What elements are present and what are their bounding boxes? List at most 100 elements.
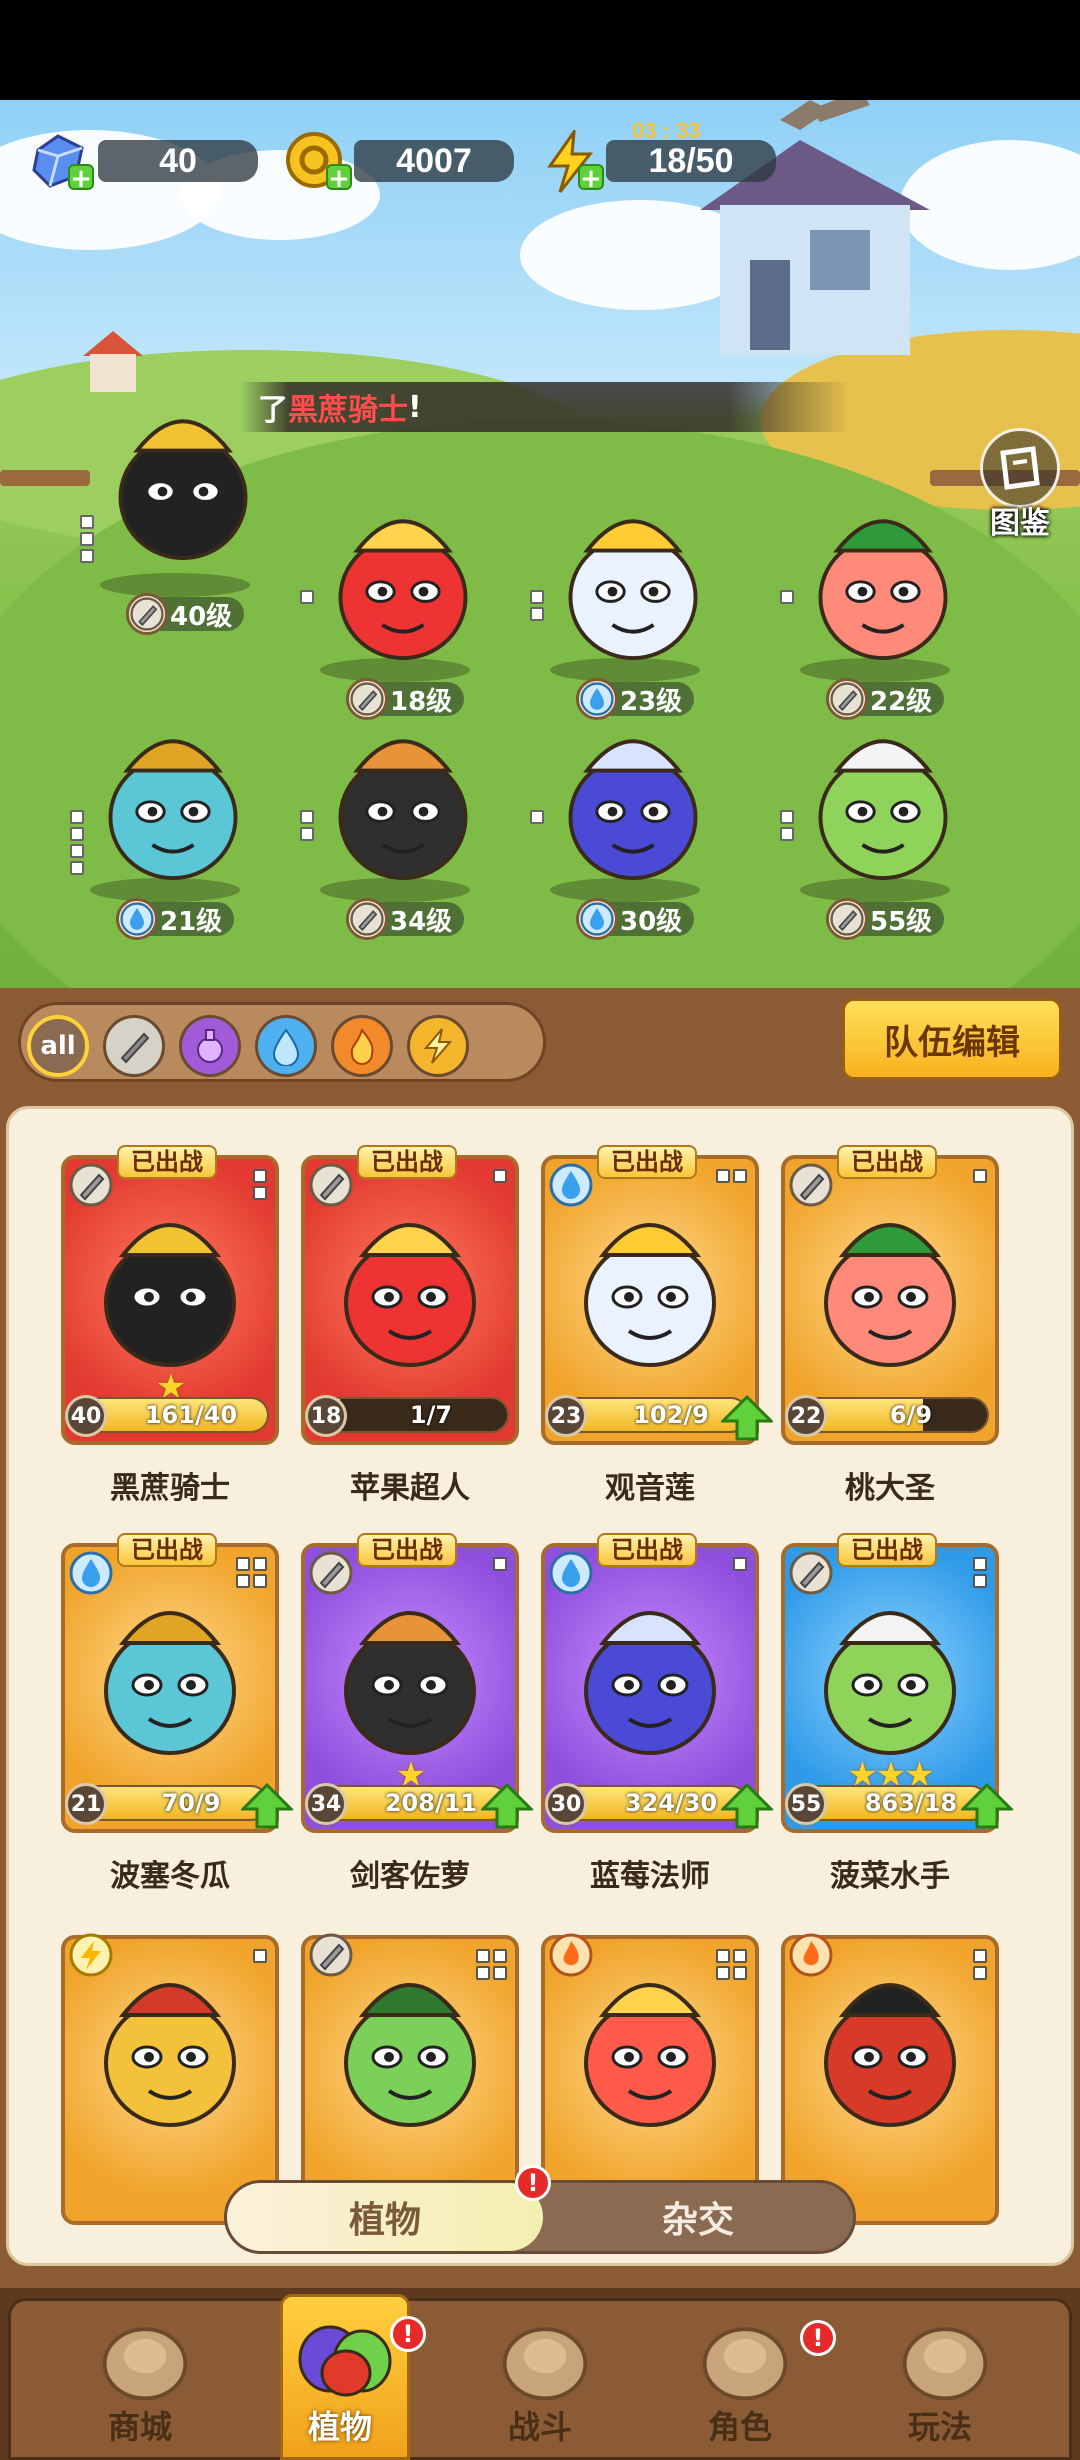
plant-card-list: 已出战 ★ 161/40 40 黑蔗骑士 已出战 1/7 18 苹果超人 已出战… [6, 1106, 1074, 2266]
plant-card[interactable]: 已出战 ★★★ 863/18 55 菠菜水手 [781, 1533, 1013, 1894]
fire-element-icon [789, 1933, 833, 1977]
nav-alert-badge: ! [390, 2316, 426, 2352]
upgrade-arrow-icon[interactable] [721, 1783, 773, 1829]
lightning-element-icon [69, 1933, 113, 1977]
character-level: 40级 [170, 601, 233, 632]
formation-icon [733, 1557, 747, 1571]
team-edit-button[interactable]: 队伍编辑 [842, 998, 1062, 1080]
codex-button[interactable]: 图鉴 [972, 428, 1068, 541]
plant-card[interactable]: 已出战 ★ 161/40 40 黑蔗骑士 [61, 1145, 279, 1506]
sword-element-icon [309, 1551, 353, 1595]
formation-icon [300, 590, 322, 607]
character-art [88, 700, 258, 894]
water-element-icon [576, 898, 618, 940]
plant-hybrid-toggle: 植物 杂交 ! [224, 2165, 856, 2254]
formation-icon [253, 1169, 267, 1200]
filter-water-button[interactable] [255, 1015, 317, 1077]
character-level: 55级 [870, 906, 933, 937]
filter-all-label: all [40, 1031, 76, 1061]
scene-character[interactable]: 30级 [530, 700, 730, 940]
character-level: 30级 [620, 906, 683, 937]
lightning-icon [423, 1028, 453, 1064]
plant-art [803, 1573, 977, 1763]
sword-element-icon [309, 1933, 353, 1977]
formation-icon [80, 515, 102, 566]
scene-character[interactable]: 22级 [780, 480, 980, 720]
scene-character[interactable]: 55级 [780, 700, 980, 940]
plant-card[interactable]: 已出战 324/30 30 蓝莓法师 [541, 1533, 773, 1894]
water-element-icon [69, 1551, 113, 1595]
character-art [798, 700, 968, 894]
scene-character[interactable]: 21级 [70, 700, 270, 940]
plant-level: 30 [545, 1783, 587, 1825]
plant-art [803, 1185, 977, 1375]
gameplay-icon [902, 2327, 988, 2401]
plant-card[interactable] [61, 1925, 279, 2225]
plant-card[interactable]: 已出战 ★ 208/11 34 剑客佐萝 [301, 1533, 533, 1894]
shop-icon [102, 2327, 188, 2401]
plant-card[interactable]: 已出战 102/9 23 观音莲 [541, 1145, 773, 1506]
plant-level: 23 [545, 1395, 587, 1437]
plant-name: 蓝莓法师 [590, 1859, 710, 1894]
formation-icon [716, 1949, 747, 1980]
coins-value: 4007 [354, 140, 514, 182]
upgrade-arrow-icon[interactable] [961, 1783, 1013, 1829]
add-gems-icon[interactable]: + [68, 164, 94, 192]
scene-character[interactable]: 34级 [300, 700, 500, 940]
nav-item[interactable]: 植物 ! [240, 2288, 440, 2460]
plant-card[interactable]: 已出战 1/7 18 苹果超人 [301, 1145, 519, 1506]
formation-icon [476, 1949, 507, 1980]
add-energy-icon[interactable]: + [578, 164, 604, 192]
upgrade-arrow-icon[interactable] [721, 1395, 773, 1441]
scene-character[interactable]: 40级 [80, 365, 280, 635]
sword-element-icon [346, 898, 388, 940]
formation-icon [236, 1557, 267, 1588]
upgrade-arrow-icon[interactable] [481, 1783, 533, 1829]
tab-plants[interactable]: 植物 [227, 2183, 543, 2251]
filter-all-button[interactable]: all [27, 1015, 89, 1077]
deployed-badge: 已出战 [357, 1533, 457, 1567]
nav-item[interactable]: 战斗 [440, 2288, 640, 2460]
plant-name: 剑客佐萝 [350, 1859, 470, 1894]
add-coins-icon[interactable]: + [326, 164, 352, 192]
status-bar [0, 0, 1080, 100]
scene-character[interactable]: 23级 [530, 480, 730, 720]
formation-icon [716, 1169, 747, 1183]
nav-alert-badge: ! [800, 2320, 836, 2356]
announcement-banner: 了 黑蔗骑士 ! [240, 382, 850, 432]
garden-scene: + 40 + 4007 + 18/50 03 : 33 了 黑蔗骑士 ! 图鉴 [0, 100, 1080, 988]
character-art [98, 365, 268, 589]
nav-label: 玩法 [907, 2408, 972, 2446]
upgrade-arrow-icon[interactable] [241, 1783, 293, 1829]
potion-icon [197, 1029, 223, 1063]
nav-label: 角色 [707, 2408, 772, 2446]
plant-level: 22 [785, 1395, 827, 1437]
gems-counter[interactable]: + 40 [28, 130, 268, 192]
plant-card[interactable]: 已出战 6/9 22 桃大圣 [781, 1145, 999, 1506]
filter-potion-button[interactable] [179, 1015, 241, 1077]
formation-icon [973, 1169, 987, 1183]
plants-icon [298, 2325, 392, 2397]
character-art [318, 480, 488, 674]
plant-name: 菠菜水手 [830, 1859, 950, 1894]
tab-hybrid[interactable]: 杂交 [543, 2183, 853, 2251]
plant-level: 55 [785, 1783, 827, 1825]
plant-art [323, 1185, 497, 1375]
plant-name: 黑蔗骑士 [110, 1471, 230, 1506]
deployed-badge: 已出战 [117, 1145, 217, 1179]
sword-icon [120, 1032, 150, 1064]
plant-level: 40 [65, 1395, 107, 1437]
character-art [548, 700, 718, 894]
plant-name: 观音莲 [605, 1471, 695, 1506]
coins-counter[interactable]: + 4007 [282, 130, 522, 192]
formation-icon [253, 1949, 267, 1963]
nav-item[interactable]: 角色 ! [640, 2288, 840, 2460]
filter-sword-button[interactable] [103, 1015, 165, 1077]
filter-lightning-button[interactable] [407, 1015, 469, 1077]
plant-level: 21 [65, 1783, 107, 1825]
filter-fire-button[interactable] [331, 1015, 393, 1077]
nav-item[interactable]: 玩法 [840, 2288, 1040, 2460]
plant-card[interactable]: 已出战 70/9 21 波塞冬瓜 [61, 1533, 293, 1894]
nav-item[interactable]: 商城 [40, 2288, 240, 2460]
scene-character[interactable]: 18级 [300, 480, 500, 720]
